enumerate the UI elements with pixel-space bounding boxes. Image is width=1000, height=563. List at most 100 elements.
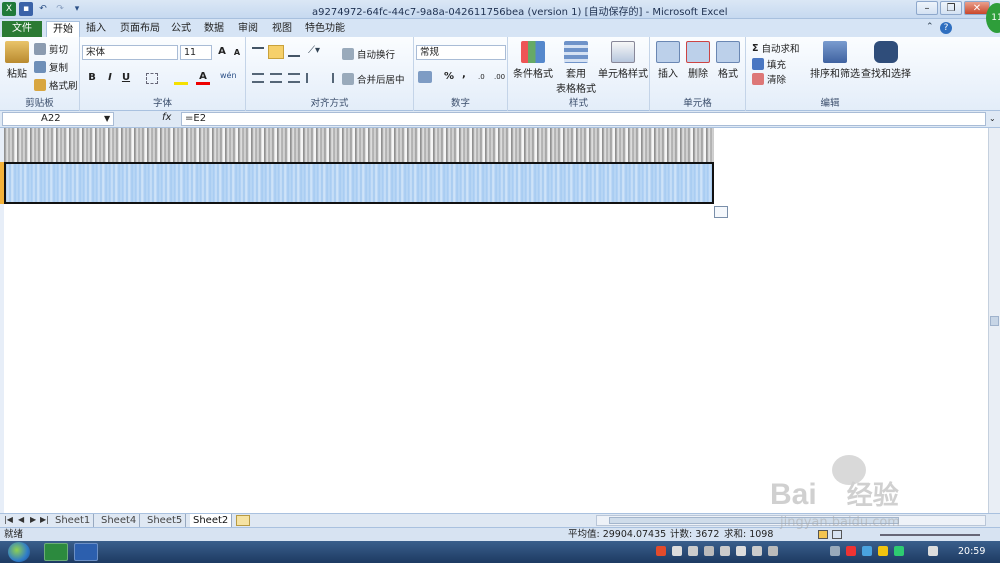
tab-file[interactable]: 文件 [2, 21, 42, 37]
customize-qat-icon[interactable]: ▾ [70, 2, 84, 16]
tab-home[interactable]: 开始 [46, 21, 80, 37]
borders-icon[interactable] [146, 73, 158, 84]
tab-data[interactable]: 数据 [198, 21, 230, 37]
undo-icon[interactable]: ↶ [36, 2, 50, 16]
last-sheet-icon[interactable]: ▶| [40, 515, 49, 524]
network-icon[interactable] [928, 546, 938, 556]
tray-icon-6[interactable] [752, 546, 762, 556]
increase-decimal-icon[interactable]: .0 [478, 73, 485, 81]
fill-button[interactable]: 填充 [752, 57, 786, 71]
normal-view-icon[interactable] [818, 530, 828, 539]
start-button[interactable] [8, 542, 30, 562]
vertical-scroll-thumb[interactable] [990, 316, 999, 326]
sheet-tab-sheet2[interactable]: Sheet2 [190, 514, 233, 527]
zoom-slider[interactable] [880, 534, 980, 536]
align-center-icon[interactable] [270, 73, 282, 83]
copy-button[interactable]: 复制 [34, 60, 68, 74]
comma-button[interactable]: , [462, 69, 466, 80]
page-layout-view-icon[interactable] [832, 530, 842, 539]
sort-filter-button[interactable]: 排序和筛选 [810, 41, 860, 80]
expand-formula-icon[interactable]: ⌄ [989, 114, 996, 123]
tray-icon-4[interactable] [720, 546, 730, 556]
font-color-icon[interactable]: A [196, 71, 210, 85]
ribbon-collapse-icon[interactable]: ⌃ [926, 22, 934, 32]
sheet-tab-sheet1[interactable]: Sheet1 [52, 514, 95, 527]
tab-page-layout[interactable]: 页面布局 [114, 21, 166, 37]
phonetic-button[interactable]: wén [220, 71, 237, 80]
name-box[interactable]: A22 [2, 112, 114, 126]
format-cells-button[interactable]: 格式 [714, 41, 742, 80]
italic-button[interactable]: I [102, 71, 118, 85]
number-format-select[interactable]: 常规 [416, 45, 506, 60]
tab-insert[interactable]: 插入 [80, 21, 112, 37]
redo-icon[interactable]: ↷ [53, 2, 67, 16]
name-box-dropdown-icon[interactable]: ▼ [104, 114, 110, 123]
minimize-button[interactable]: – [916, 1, 938, 15]
bold-button[interactable]: B [84, 71, 100, 85]
tray-icon-1[interactable] [672, 546, 682, 556]
cut-button[interactable]: 剪切 [34, 42, 68, 56]
underline-button[interactable]: U [118, 71, 134, 85]
vertical-scrollbar[interactable] [988, 128, 1000, 513]
percent-button[interactable]: % [444, 71, 454, 82]
grow-font-button[interactable]: A [214, 45, 230, 59]
align-top-icon[interactable] [252, 47, 264, 57]
increase-indent-icon[interactable] [322, 73, 334, 83]
taskbar-clock[interactable]: 20:59 [958, 546, 985, 557]
tray-icon-8[interactable] [830, 546, 840, 556]
format-as-table-button[interactable]: 套用 表格格式 [556, 41, 596, 95]
prev-sheet-icon[interactable]: ◀ [18, 515, 24, 524]
tab-review[interactable]: 审阅 [232, 21, 264, 37]
decrease-indent-icon[interactable] [306, 73, 318, 83]
delete-cells-button[interactable]: 删除 [684, 41, 712, 80]
insert-function-button[interactable]: fx [162, 112, 171, 123]
merge-center-button[interactable]: 合并后居中 [342, 72, 405, 86]
tab-formulas[interactable]: 公式 [165, 21, 197, 37]
cell-styles-button[interactable]: 单元格样式 [598, 41, 648, 80]
conditional-format-button[interactable]: 条件格式 [512, 41, 554, 80]
volume-icon[interactable] [846, 546, 856, 556]
tray-icon-11[interactable] [894, 546, 904, 556]
tray-icon-10[interactable] [878, 546, 888, 556]
font-size-select[interactable]: 11 [180, 45, 212, 60]
sheet-tab-sheet5[interactable]: Sheet5 [144, 514, 187, 527]
align-right-icon[interactable] [288, 73, 300, 83]
sogou-ime-icon[interactable] [656, 546, 666, 556]
tab-special[interactable]: 特色功能 [299, 21, 351, 37]
find-select-button[interactable]: 查找和选择 [860, 41, 912, 80]
align-bottom-icon[interactable] [288, 47, 300, 57]
tray-icon-3[interactable] [704, 546, 714, 556]
align-middle-icon[interactable] [268, 45, 284, 59]
excel-logo-icon[interactable]: X [2, 2, 16, 16]
format-painter-button[interactable]: 格式刷 [34, 78, 78, 92]
paste-button[interactable]: 粘贴 [4, 41, 30, 80]
restore-button[interactable]: ❐ [940, 1, 962, 15]
decrease-decimal-icon[interactable]: .00 [494, 73, 505, 81]
wrap-text-button[interactable]: 自动换行 [342, 47, 395, 61]
tab-view[interactable]: 视图 [266, 21, 298, 37]
tray-icon-5[interactable] [736, 546, 746, 556]
new-sheet-icon[interactable] [236, 515, 250, 526]
save-icon[interactable]: ▪ [19, 2, 33, 16]
autosum-button[interactable]: Σ 自动求和 [752, 41, 800, 56]
align-left-icon[interactable] [252, 73, 264, 83]
help-icon[interactable]: ? [940, 22, 952, 34]
taskbar-word-icon[interactable] [74, 543, 98, 561]
accounting-format-icon[interactable] [418, 71, 432, 83]
next-sheet-icon[interactable]: ▶ [30, 515, 36, 524]
orientation-icon[interactable]: ⟋▾ [308, 45, 320, 56]
tray-icon-7[interactable] [768, 546, 778, 556]
font-name-select[interactable]: 宋体 [82, 45, 178, 60]
formula-input[interactable]: =E2 [181, 112, 986, 126]
first-sheet-icon[interactable]: |◀ [4, 515, 13, 524]
paste-options-icon[interactable] [714, 206, 728, 218]
header-cells-strip[interactable] [4, 128, 714, 162]
selected-range[interactable] [4, 162, 714, 204]
tray-icon-9[interactable] [862, 546, 872, 556]
tray-icon-2[interactable] [688, 546, 698, 556]
shrink-font-button[interactable]: A [229, 46, 245, 60]
clear-button[interactable]: 清除 [752, 72, 786, 86]
insert-cells-button[interactable]: 插入 [654, 41, 682, 80]
taskbar-excel-icon[interactable] [44, 543, 68, 561]
sheet-tab-sheet4[interactable]: Sheet4 [98, 514, 141, 527]
